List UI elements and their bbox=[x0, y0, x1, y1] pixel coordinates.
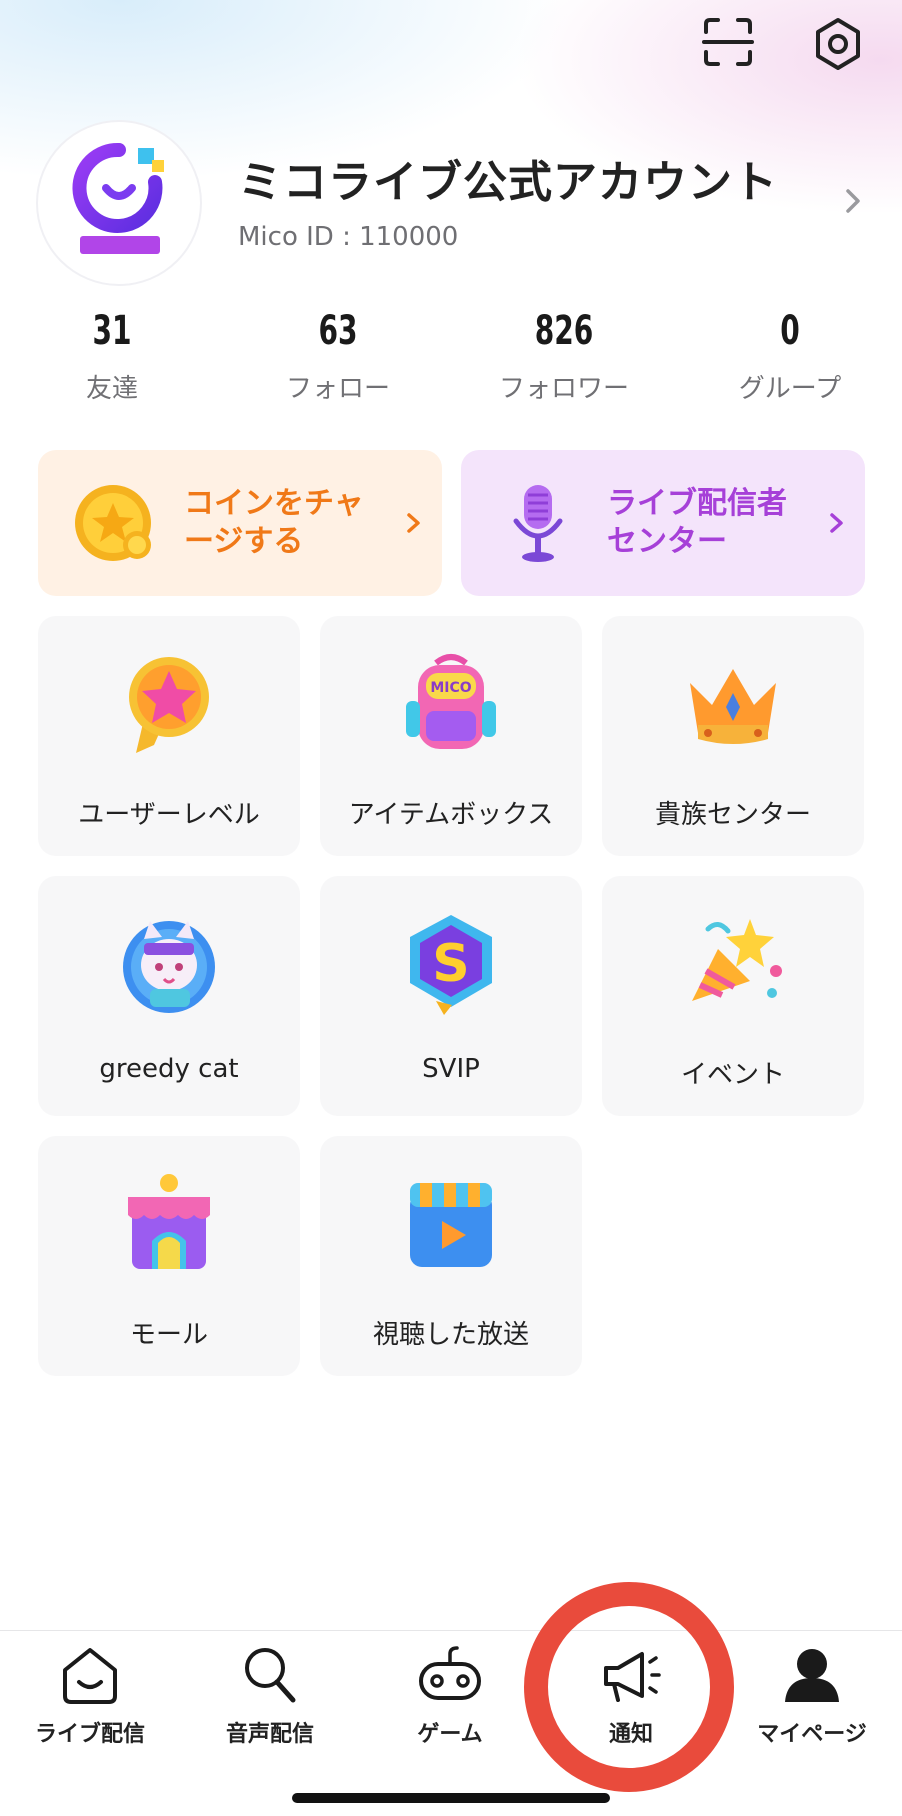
stat-value: 63 bbox=[318, 308, 358, 354]
tab-bar-divider bbox=[0, 1630, 902, 1631]
tile-label: イベント bbox=[680, 1060, 785, 1090]
tile-user-level[interactable]: ユーザーレベル bbox=[38, 616, 300, 856]
stat-value: 826 bbox=[534, 308, 594, 354]
svg-text:S: S bbox=[432, 934, 469, 994]
crown-icon bbox=[673, 644, 793, 764]
tab-games[interactable]: ゲーム bbox=[370, 1644, 530, 1754]
stats-row: 31 友達 63 フォロー 826 フォロワー 0 グループ bbox=[0, 308, 902, 418]
video-play-icon bbox=[391, 1164, 511, 1284]
banner-label: ライブ配信者 センター bbox=[607, 486, 787, 559]
charge-coins-banner[interactable]: コインをチャ ージする bbox=[38, 450, 442, 596]
tile-label: SVIP bbox=[422, 1054, 480, 1084]
settings-icon[interactable] bbox=[808, 14, 868, 74]
tab-live-streaming[interactable]: ライブ配信 bbox=[10, 1644, 170, 1754]
chevron-right-icon bbox=[830, 513, 843, 533]
tile-event[interactable]: イベント bbox=[602, 876, 864, 1116]
tile-noble-center[interactable]: 貴族センター bbox=[602, 616, 864, 856]
medal-icon bbox=[109, 644, 229, 764]
tile-label: 視聴した放送 bbox=[372, 1320, 529, 1350]
home-indicator[interactable] bbox=[292, 1793, 610, 1803]
coin-icon bbox=[60, 468, 170, 578]
mico-id: Mico ID : 110000 bbox=[238, 222, 459, 252]
tile-svip[interactable]: S SVIP bbox=[320, 876, 582, 1116]
tile-mall[interactable]: モール bbox=[38, 1136, 300, 1376]
cat-icon bbox=[109, 904, 229, 1024]
home-live-icon bbox=[63, 1648, 117, 1704]
tab-label: マイページ bbox=[757, 1722, 867, 1747]
tab-my-page[interactable]: マイページ bbox=[732, 1644, 892, 1754]
stat-value: 31 bbox=[92, 308, 132, 354]
tile-label: ユーザーレベル bbox=[78, 800, 260, 830]
tab-voice-streaming[interactable]: 音声配信 bbox=[190, 1644, 350, 1754]
stat-label: フォロワー bbox=[498, 374, 629, 404]
tile-greedy-cat[interactable]: greedy cat bbox=[38, 876, 300, 1116]
profile-name: ミコライブ公式アカウント bbox=[238, 157, 778, 208]
stat-groups[interactable]: 0 グループ bbox=[680, 308, 900, 405]
chevron-right-icon bbox=[407, 513, 420, 533]
stat-label: グループ bbox=[738, 374, 842, 404]
backpack-icon: MICO bbox=[391, 644, 511, 764]
annotation-highlight-circle bbox=[524, 1582, 734, 1792]
tile-item-box[interactable]: MICO アイテムボックス bbox=[320, 616, 582, 856]
tab-label: ゲーム bbox=[417, 1722, 483, 1747]
tile-watched-broadcasts[interactable]: 視聴した放送 bbox=[320, 1136, 582, 1376]
stat-value: 0 bbox=[780, 308, 800, 354]
microphone-icon bbox=[483, 468, 593, 578]
party-popper-icon bbox=[673, 904, 793, 1024]
person-icon bbox=[785, 1649, 839, 1702]
tile-label: モール bbox=[129, 1320, 208, 1350]
mic-search-icon bbox=[245, 1648, 296, 1703]
tab-label: ライブ配信 bbox=[34, 1722, 145, 1747]
banner-label: コインをチャ ージする bbox=[184, 486, 364, 559]
stat-label: 友達 bbox=[85, 374, 138, 404]
live-streamer-center-banner[interactable]: ライブ配信者 センター bbox=[461, 450, 865, 596]
svip-icon: S bbox=[391, 904, 511, 1024]
shop-icon bbox=[109, 1164, 229, 1284]
svg-text:MICO: MICO bbox=[430, 680, 471, 696]
stat-friends[interactable]: 31 友達 bbox=[2, 308, 222, 405]
tile-label: アイテムボックス bbox=[348, 800, 554, 830]
tab-label: 音声配信 bbox=[225, 1722, 314, 1747]
stat-followers[interactable]: 826 フォロワー bbox=[454, 308, 674, 405]
gamepad-icon bbox=[419, 1646, 481, 1700]
profile-avatar[interactable] bbox=[38, 122, 200, 284]
mico-logo-icon bbox=[72, 142, 164, 254]
chevron-right-icon[interactable] bbox=[838, 186, 868, 216]
stat-label: フォロー bbox=[285, 374, 390, 404]
tile-label: 貴族センター bbox=[654, 800, 811, 830]
stat-following[interactable]: 63 フォロー bbox=[228, 308, 448, 405]
scan-qr-icon[interactable] bbox=[700, 14, 756, 70]
tile-label: greedy cat bbox=[99, 1054, 239, 1084]
